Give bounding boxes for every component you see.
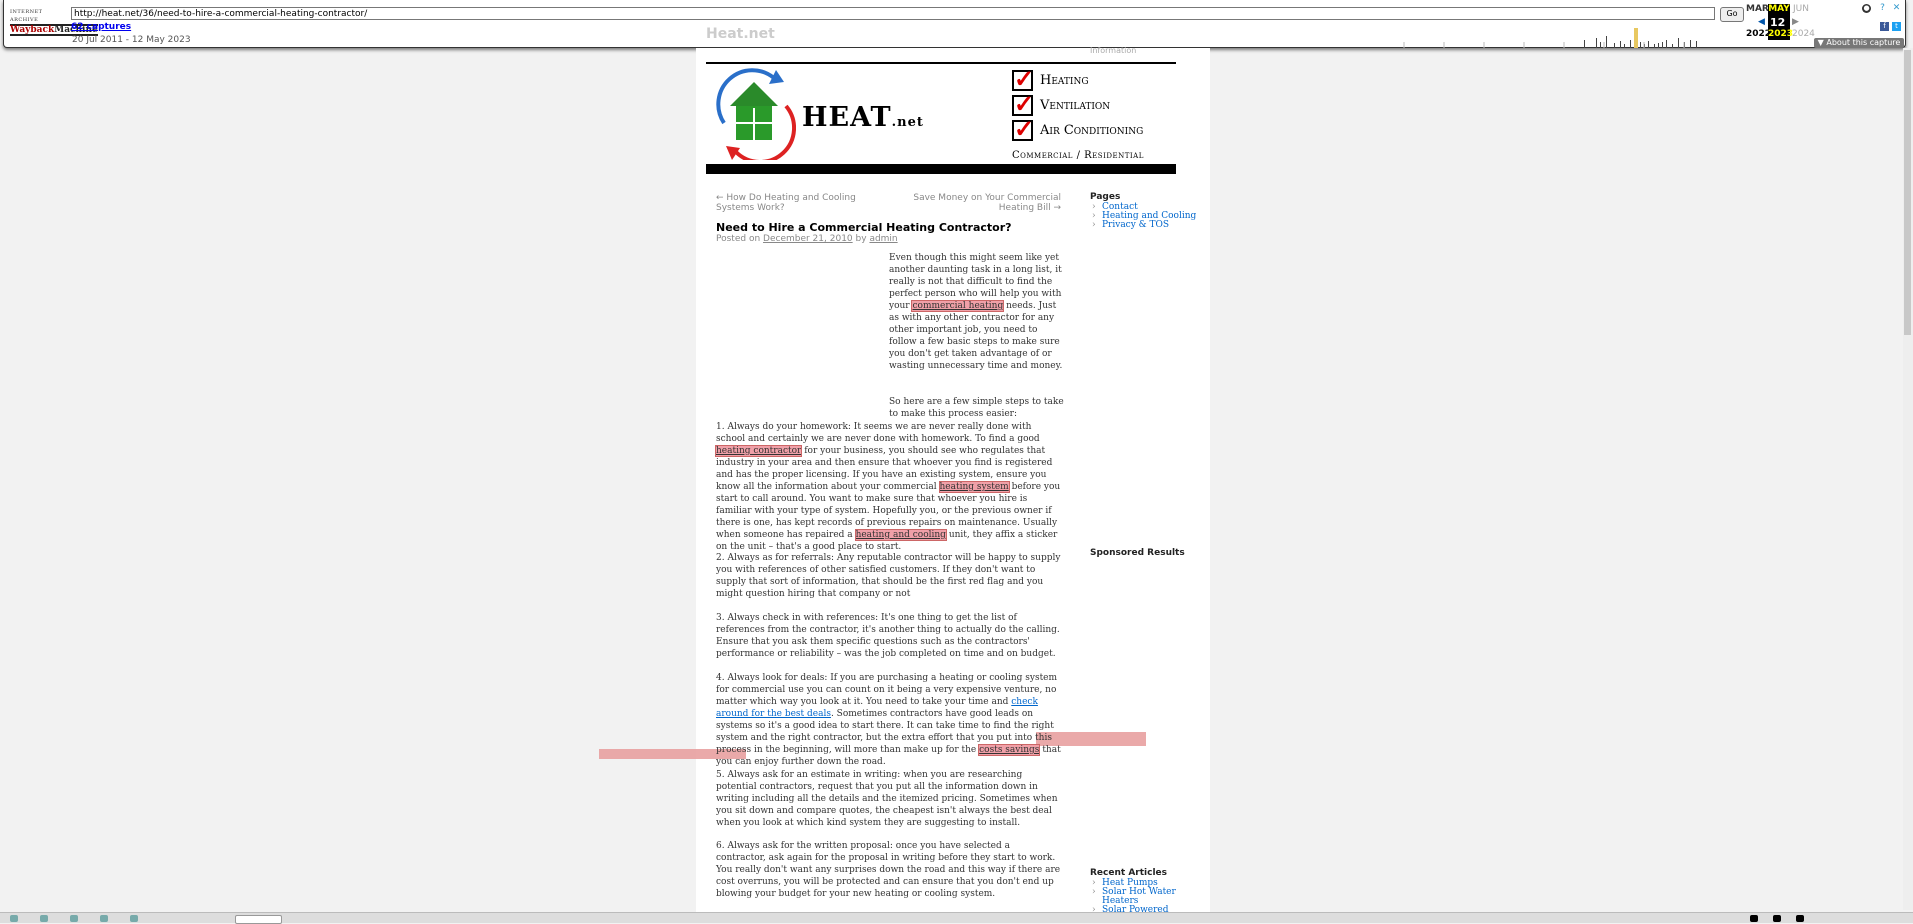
next-year: 2024 xyxy=(1792,29,1815,39)
post-title: Need to Hire a Commercial Heating Contra… xyxy=(716,221,1012,234)
wayback-logo[interactable]: INTERNET ARCHIVE WaybackMachine xyxy=(10,8,98,36)
commercial-residential-label: Commercial / Residential xyxy=(1012,150,1144,161)
taskbar-app-icon[interactable] xyxy=(40,915,48,922)
heating-system-link[interactable]: heating system xyxy=(938,481,1010,493)
sidebar-sponsored: Sponsored Results xyxy=(1090,549,1200,558)
step-1-paragraph: 1. Always do your homework: It seems we … xyxy=(714,422,1061,552)
next-capture-arrow-icon: ▶ xyxy=(1792,17,1799,27)
taskbar-active-window[interactable] xyxy=(235,915,282,924)
taskbar-app-icon[interactable] xyxy=(10,915,18,922)
captures-link[interactable]: 62 captures xyxy=(71,22,131,32)
wayback-toolbar: INTERNET ARCHIVE WaybackMachine http://h… xyxy=(3,0,1906,48)
checkbox-icon xyxy=(1012,64,1034,93)
header-banner[interactable]: HEAT.net Heating Ventilation Air Conditi… xyxy=(706,62,1176,174)
checkbox-icon xyxy=(1012,114,1034,143)
tray-icon[interactable] xyxy=(1750,915,1758,922)
taskbar-app-icon[interactable] xyxy=(100,915,108,922)
tray-icon[interactable] xyxy=(1773,915,1781,922)
taskbar-app-icon[interactable] xyxy=(70,915,78,922)
service-ventilation: Ventilation xyxy=(1012,89,1110,118)
url-input[interactable]: http://heat.net/36/need-to-hire-a-commer… xyxy=(71,7,1715,20)
taskbar xyxy=(0,912,1913,924)
recent-heading: Recent Articles xyxy=(1090,868,1167,878)
service-heating: Heating xyxy=(1012,64,1089,93)
next-post-link[interactable]: Save Money on Your Commercial Heating Bi… xyxy=(912,193,1061,213)
prev-post-link[interactable]: ← How Do Heating and Cooling Systems Wor… xyxy=(716,193,896,213)
step-5-paragraph: 5. Always ask for an estimate in writing… xyxy=(716,770,1058,828)
sponsored-heading: Sponsored Results xyxy=(1090,548,1185,558)
go-button[interactable]: Go xyxy=(1720,7,1744,22)
author-link[interactable]: admin xyxy=(869,234,897,244)
scrollbar-thumb[interactable] xyxy=(1904,50,1911,335)
intro-paragraph: Even though this might seem like yet ano… xyxy=(889,253,1063,371)
logo-wordmark: HEAT.net xyxy=(802,102,924,133)
step-6-paragraph: 6. Always ask for the written proposal: … xyxy=(716,841,1061,899)
post-date-link[interactable]: December 21, 2010 xyxy=(763,234,853,244)
about-capture-button[interactable]: ▼ About this capture xyxy=(1814,38,1904,48)
tray-icon[interactable] xyxy=(1796,915,1804,922)
checkbox-icon xyxy=(1012,89,1034,118)
step-4-paragraph: 4. Always look for deals: If you are pur… xyxy=(716,673,1061,767)
post-meta: Posted on December 21, 2010 by admin xyxy=(716,234,898,244)
help-icon[interactable]: ? xyxy=(1878,4,1887,13)
heating-contractor-link[interactable]: heating contractor xyxy=(714,445,803,457)
facebook-icon[interactable]: f xyxy=(1880,22,1889,31)
user-icon[interactable]: ● xyxy=(1862,4,1871,13)
steps-intro: So here are a few simple steps to take t… xyxy=(889,397,1064,419)
recent-item[interactable]: Solar Hot Water Heaters xyxy=(1090,888,1180,906)
capture-calendar: MAR MAY JUN 12 ◀ ▶ 2022 2023 2024 xyxy=(1746,3,1816,41)
step-3-paragraph: 3. Always check in with references: It's… xyxy=(716,613,1060,659)
close-icon[interactable]: ✕ xyxy=(1892,4,1901,13)
sidebar-item-privacy[interactable]: Privacy & TOS xyxy=(1090,221,1200,231)
current-day: 12 xyxy=(1770,16,1786,29)
capture-timeline[interactable] xyxy=(1384,28,1712,48)
page-scrollbar[interactable] xyxy=(1903,48,1913,910)
step-2-paragraph: 2. Always as for referrals: Any reputabl… xyxy=(716,553,1061,599)
heating-and-cooling-link[interactable]: heating and cooling xyxy=(854,529,947,541)
costs-savings-link[interactable]: costs savings xyxy=(978,744,1041,756)
site-title[interactable]: Heat.net xyxy=(706,26,775,42)
sidebar-pages: Pages Contact Heating and Cooling Privac… xyxy=(1090,192,1200,231)
next-month: JUN xyxy=(1793,4,1809,14)
twitter-icon[interactable]: t xyxy=(1892,22,1901,31)
commercial-heating-link[interactable]: commercial heating xyxy=(911,300,1005,312)
current-year: 2023 xyxy=(1768,29,1794,39)
prev-month-link[interactable]: MAR xyxy=(1746,4,1769,14)
service-air-conditioning: Air Conditioning xyxy=(1012,114,1143,143)
house-arrows-logo-icon xyxy=(716,68,796,160)
capture-range: 20 Jul 2011 - 12 May 2023 xyxy=(72,35,191,45)
prev-capture-arrow-icon[interactable]: ◀ xyxy=(1758,17,1765,27)
site-tagline: Information xyxy=(1090,46,1137,55)
pages-heading: Pages xyxy=(1090,192,1121,202)
taskbar-app-icon[interactable] xyxy=(130,915,138,922)
